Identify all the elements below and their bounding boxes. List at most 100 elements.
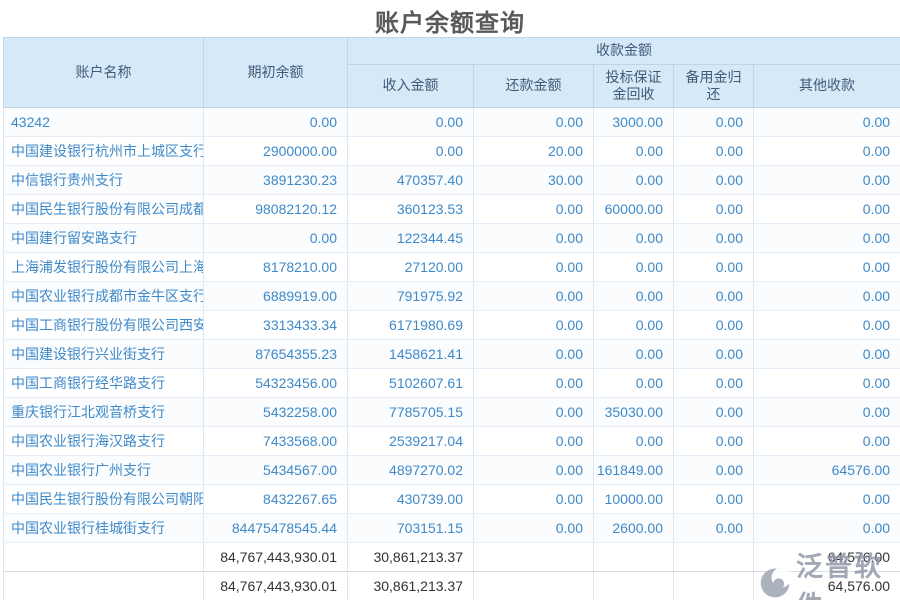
account-name-cell[interactable]: 43242 [4, 108, 204, 137]
amount-cell: 0.00 [674, 340, 754, 369]
amount-cell: 8432267.65 [204, 485, 348, 514]
amount-cell: 0.00 [674, 282, 754, 311]
amount-cell: 0.00 [594, 253, 674, 282]
table-row: 中国建行留安路支行0.00122344.450.000.000.000.00 [4, 224, 900, 253]
amount-cell: 0.00 [754, 369, 900, 398]
account-name-cell[interactable]: 中国建设银行兴业街支行 [4, 340, 204, 369]
account-name-cell[interactable]: 中国民生银行股份有限公司成都隆 [4, 195, 204, 224]
balance-table: 账户名称 期初余额 收款金额 收入金额 还款金额 投标保证金回收 备用金归还 其… [3, 37, 900, 600]
amount-cell: 703151.15 [348, 514, 474, 543]
amount-cell: 30,861,213.37 [348, 543, 474, 572]
amount-cell: 0.00 [754, 427, 900, 456]
account-name-cell [4, 543, 204, 572]
account-name-cell[interactable]: 中国工商银行股份有限公司西安区 [4, 311, 204, 340]
amount-cell: 0.00 [754, 282, 900, 311]
amount-cell: 84,767,443,930.01 [204, 572, 348, 600]
amount-cell: 0.00 [474, 253, 594, 282]
amount-cell: 0.00 [474, 514, 594, 543]
amount-cell: 791975.92 [348, 282, 474, 311]
amount-cell: 0.00 [474, 485, 594, 514]
amount-cell: 0.00 [474, 340, 594, 369]
account-name-cell[interactable]: 中国建行留安路支行 [4, 224, 204, 253]
amount-cell: 0.00 [204, 224, 348, 253]
table-row: 中国建设银行兴业街支行87654355.231458621.410.000.00… [4, 340, 900, 369]
amount-cell: 2539217.04 [348, 427, 474, 456]
amount-cell: 64,576.00 [754, 572, 900, 600]
amount-cell: 0.00 [594, 427, 674, 456]
amount-cell: 6171980.69 [348, 311, 474, 340]
amount-cell: 0.00 [594, 340, 674, 369]
col-header-petty-cash-return: 备用金归还 [674, 65, 754, 108]
amount-cell: 84,767,443,930.01 [204, 543, 348, 572]
table-row: 中国建设银行杭州市上城区支行2900000.000.0020.000.000.0… [4, 137, 900, 166]
col-header-other-receipts: 其他收款 [754, 65, 900, 108]
account-name-cell[interactable]: 中国农业银行桂城街支行 [4, 514, 204, 543]
account-name-cell[interactable]: 中国建设银行杭州市上城区支行 [4, 137, 204, 166]
total-row: 84,767,443,930.0130,861,213.3764,576.00 [4, 543, 900, 572]
account-name-cell[interactable]: 中信银行贵州支行 [4, 166, 204, 195]
amount-cell: 3000.00 [594, 108, 674, 137]
amount-cell: 0.00 [754, 137, 900, 166]
amount-cell: 4897270.02 [348, 456, 474, 485]
amount-cell: 0.00 [674, 166, 754, 195]
table-row: 中国工商银行股份有限公司西安区3313433.346171980.690.000… [4, 311, 900, 340]
account-name-cell[interactable]: 中国农业银行广州支行 [4, 456, 204, 485]
amount-cell: 122344.45 [348, 224, 474, 253]
amount-cell: 0.00 [674, 253, 754, 282]
table-row: 中国工商银行经华路支行54323456.005102607.610.000.00… [4, 369, 900, 398]
col-header-bid-bond-recovery: 投标保证金回收 [594, 65, 674, 108]
amount-cell: 98082120.12 [204, 195, 348, 224]
amount-cell: 0.00 [674, 398, 754, 427]
table-row: 中国民生银行股份有限公司朝阳支行8432267.65430739.000.001… [4, 485, 900, 514]
amount-cell: 0.00 [474, 398, 594, 427]
amount-cell: 0.00 [594, 311, 674, 340]
account-name-cell[interactable]: 中国工商银行经华路支行 [4, 369, 204, 398]
amount-cell: 470357.40 [348, 166, 474, 195]
amount-cell: 0.00 [754, 514, 900, 543]
amount-cell: 0.00 [674, 456, 754, 485]
amount-cell: 0.00 [594, 137, 674, 166]
amount-cell: 0.00 [474, 108, 594, 137]
amount-cell: 0.00 [474, 456, 594, 485]
account-name-cell[interactable]: 上海浦发银行股份有限公司上海支行 [4, 253, 204, 282]
amount-cell: 0.00 [474, 282, 594, 311]
amount-cell: 0.00 [594, 166, 674, 195]
amount-cell: 0.00 [474, 195, 594, 224]
amount-cell: 0.00 [474, 224, 594, 253]
account-name-cell[interactable]: 重庆银行江北观音桥支行 [4, 398, 204, 427]
table-row: 重庆银行江北观音桥支行5432258.007785705.150.0035030… [4, 398, 900, 427]
amount-cell: 360123.53 [348, 195, 474, 224]
table-row: 中国农业银行桂城街支行84475478545.44703151.150.0026… [4, 514, 900, 543]
table-row: 中国民生银行股份有限公司成都隆98082120.12360123.530.006… [4, 195, 900, 224]
page-title: 账户余额查询 [0, 3, 900, 38]
amount-cell: 87654355.23 [204, 340, 348, 369]
amount-cell: 6889919.00 [204, 282, 348, 311]
table-row: 上海浦发银行股份有限公司上海支行8178210.0027120.000.000.… [4, 253, 900, 282]
account-name-cell[interactable]: 中国农业银行成都市金牛区支行 [4, 282, 204, 311]
amount-cell: 0.00 [348, 108, 474, 137]
amount-cell: 0.00 [754, 166, 900, 195]
amount-cell: 27120.00 [348, 253, 474, 282]
amount-cell: 0.00 [674, 485, 754, 514]
amount-cell: 8178210.00 [204, 253, 348, 282]
account-name-cell[interactable]: 中国民生银行股份有限公司朝阳支行 [4, 485, 204, 514]
amount-cell [474, 543, 594, 572]
amount-cell: 0.00 [674, 224, 754, 253]
table-row: 中国农业银行海汉路支行7433568.002539217.040.000.000… [4, 427, 900, 456]
amount-cell: 0.00 [674, 108, 754, 137]
amount-cell: 0.00 [754, 253, 900, 282]
table-row: 中信银行贵州支行3891230.23470357.4030.000.000.00… [4, 166, 900, 195]
account-balance-query-page: 账户余额查询 账户名称 期初余额 收款金额 收入金额 还款金额 投标保证金回收 … [0, 0, 900, 600]
amount-cell: 0.00 [674, 514, 754, 543]
amount-cell: 2900000.00 [204, 137, 348, 166]
col-header-opening-balance: 期初余额 [204, 38, 348, 108]
amount-cell: 0.00 [754, 224, 900, 253]
amount-cell: 0.00 [594, 282, 674, 311]
table-row: 中国农业银行成都市金牛区支行6889919.00791975.920.000.0… [4, 282, 900, 311]
amount-cell: 30.00 [474, 166, 594, 195]
account-name-cell [4, 572, 204, 600]
amount-cell: 64576.00 [754, 456, 900, 485]
amount-cell: 0.00 [594, 224, 674, 253]
account-name-cell[interactable]: 中国农业银行海汉路支行 [4, 427, 204, 456]
table-row: 432420.000.000.003000.000.000.00 [4, 108, 900, 137]
